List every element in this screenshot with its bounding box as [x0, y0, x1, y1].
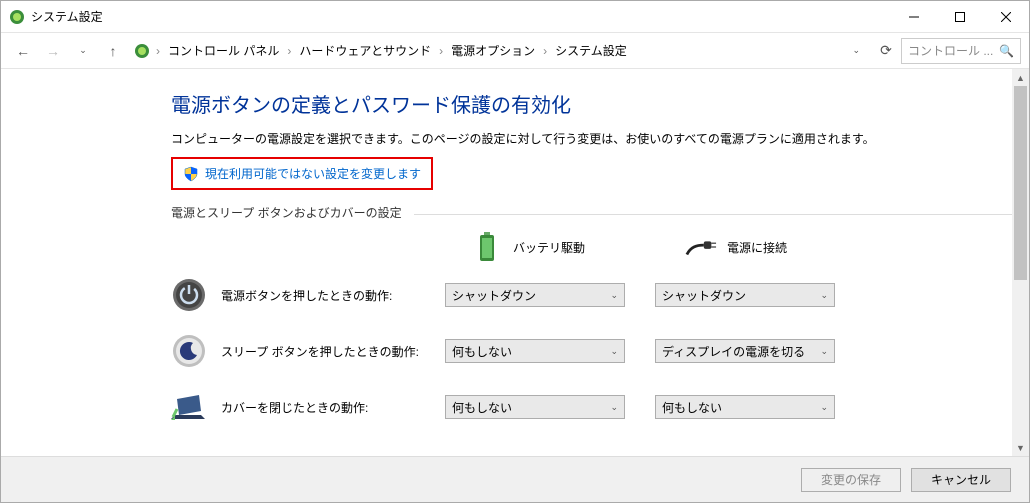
minimize-button[interactable] — [891, 2, 937, 32]
page-title: 電源ボタンの定義とパスワード保護の有効化 — [171, 89, 1012, 118]
setting-row-sleep: スリープ ボタンを押したときの動作: 何もしない ⌄ ディスプレイの電源を切る … — [171, 333, 1012, 369]
lid-plugged-combo[interactable]: 何もしない ⌄ — [655, 395, 835, 419]
column-battery: バッテリ駆動 — [471, 231, 585, 263]
refresh-button[interactable]: ⟳ — [873, 38, 899, 64]
setting-row-lid: カバーを閉じたときの動作: 何もしない ⌄ 何もしない ⌄ — [171, 389, 1012, 425]
back-button[interactable]: ← — [9, 37, 37, 65]
power-plugged-combo[interactable]: シャットダウン ⌄ — [655, 283, 835, 307]
chevron-down-icon: ⌄ — [820, 402, 828, 413]
lid-icon — [171, 389, 207, 425]
breadcrumb-item[interactable]: 電源オプション — [447, 40, 539, 61]
chevron-down-icon: ⌄ — [610, 346, 618, 357]
scroll-down-button[interactable]: ▼ — [1012, 439, 1029, 456]
scroll-up-button[interactable]: ▲ — [1012, 69, 1029, 86]
breadcrumb-item[interactable]: ハードウェアとサウンド — [295, 40, 435, 61]
combo-value: 何もしない — [452, 343, 512, 360]
lid-battery-combo[interactable]: 何もしない ⌄ — [445, 395, 625, 419]
combo-value: ディスプレイの電源を切る — [662, 343, 805, 360]
power-battery-combo[interactable]: シャットダウン ⌄ — [445, 283, 625, 307]
titlebar: システム設定 — [1, 1, 1029, 33]
chevron-down-icon[interactable]: ⌄ — [852, 45, 866, 56]
battery-icon — [471, 231, 503, 263]
chevron-down-icon: ⌄ — [610, 402, 618, 413]
column-battery-label: バッテリ駆動 — [513, 239, 585, 256]
search-icon: 🔍 — [999, 44, 1014, 58]
chevron-right-icon: › — [543, 44, 547, 58]
scroll-track[interactable] — [1012, 86, 1029, 439]
column-headers: バッテリ駆動 電源に接続 — [471, 231, 1012, 263]
sleep-plugged-combo[interactable]: ディスプレイの電源を切る ⌄ — [655, 339, 835, 363]
column-plugged-label: 電源に接続 — [727, 239, 787, 256]
app-icon — [9, 9, 25, 25]
save-button[interactable]: 変更の保存 — [801, 468, 901, 492]
breadcrumb-item[interactable]: コントロール パネル — [164, 40, 283, 61]
window-title: システム設定 — [31, 8, 891, 25]
search-placeholder: コントロール ... — [908, 42, 993, 59]
page-description: コンピューターの電源設定を選択できます。このページの設定に対して行う変更は、お使… — [171, 130, 1012, 147]
combo-value: 何もしない — [452, 399, 512, 416]
recent-dropdown[interactable]: ⌄ — [69, 37, 97, 65]
chevron-right-icon: › — [287, 44, 291, 58]
shield-icon — [183, 166, 199, 182]
chevron-down-icon: ⌄ — [820, 290, 828, 301]
combo-value: シャットダウン — [662, 287, 746, 304]
setting-label: 電源ボタンを押したときの動作: — [221, 287, 431, 304]
setting-label: スリープ ボタンを押したときの動作: — [221, 343, 431, 360]
sleep-button-icon — [171, 333, 207, 369]
column-plugged: 電源に接続 — [685, 231, 787, 263]
chevron-right-icon: › — [156, 44, 160, 58]
footer: 変更の保存 キャンセル — [1, 456, 1029, 502]
sleep-battery-combo[interactable]: 何もしない ⌄ — [445, 339, 625, 363]
breadcrumb-item[interactable]: システム設定 — [551, 40, 631, 61]
admin-settings-link[interactable]: 現在利用可能ではない設定を変更します — [205, 165, 421, 182]
fieldset-label: 電源とスリープ ボタンおよびカバーの設定 — [171, 204, 406, 221]
window-controls — [891, 2, 1029, 32]
up-button[interactable]: ↑ — [99, 37, 127, 65]
search-input[interactable]: コントロール ... 🔍 — [901, 38, 1021, 64]
divider — [414, 214, 1012, 215]
chevron-down-icon: ⌄ — [610, 290, 618, 301]
admin-link-highlight: 現在利用可能ではない設定を変更します — [171, 157, 433, 190]
close-button[interactable] — [983, 2, 1029, 32]
cancel-button[interactable]: キャンセル — [911, 468, 1011, 492]
setting-row-power: 電源ボタンを押したときの動作: シャットダウン ⌄ シャットダウン ⌄ — [171, 277, 1012, 313]
combo-value: 何もしない — [662, 399, 722, 416]
forward-button[interactable]: → — [39, 37, 67, 65]
maximize-button[interactable] — [937, 2, 983, 32]
chevron-down-icon: ⌄ — [820, 346, 828, 357]
chevron-right-icon: › — [439, 44, 443, 58]
plug-icon — [685, 231, 717, 263]
breadcrumb[interactable]: › コントロール パネル › ハードウェアとサウンド › 電源オプション › シ… — [129, 38, 871, 64]
breadcrumb-icon — [134, 43, 150, 59]
power-button-icon — [171, 277, 207, 313]
scrollbar[interactable]: ▲ ▼ — [1012, 69, 1029, 456]
scroll-thumb[interactable] — [1014, 86, 1027, 280]
setting-label: カバーを閉じたときの動作: — [221, 399, 431, 416]
content-pane: 電源ボタンの定義とパスワード保護の有効化 コンピューターの電源設定を選択できます… — [1, 69, 1012, 456]
navbar: ← → ⌄ ↑ › コントロール パネル › ハードウェアとサウンド › 電源オ… — [1, 33, 1029, 69]
combo-value: シャットダウン — [452, 287, 536, 304]
